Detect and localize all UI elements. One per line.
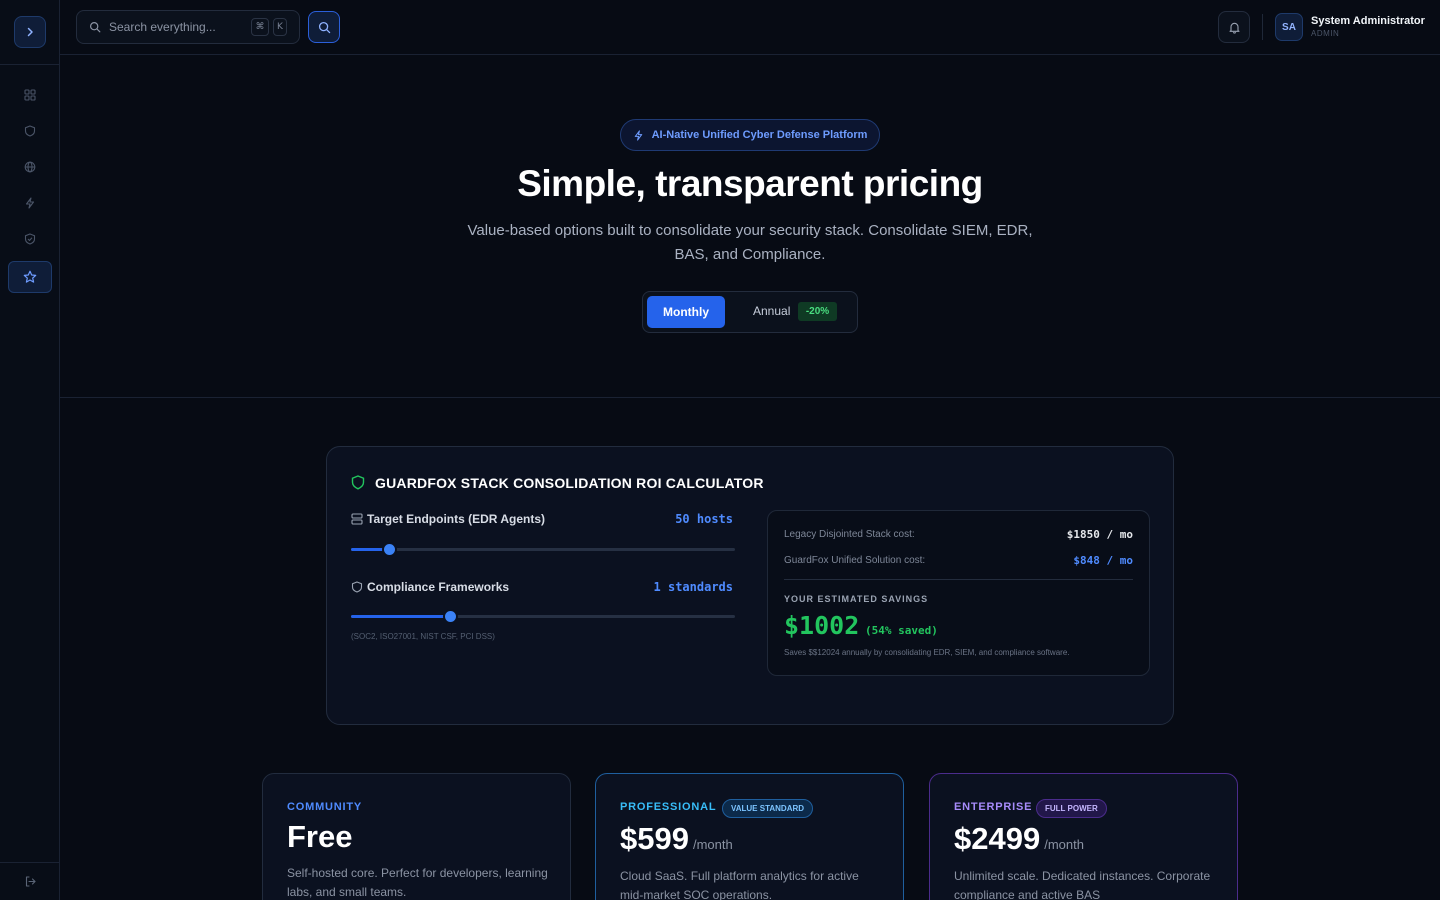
plan-card-enterprise: ENTERPRISE FULL POWER $2499/month Unlimi…	[929, 773, 1238, 900]
legacy-cost-label: Legacy Disjointed Stack cost:	[784, 529, 915, 540]
endpoints-slider-thumb[interactable]	[381, 542, 397, 557]
plan-badge: VALUE STANDARD	[722, 799, 814, 818]
search-placeholder: Search everything...	[109, 20, 216, 34]
legacy-cost-value: $1850 / mo	[1066, 528, 1133, 541]
savings-percent: (54% saved)	[865, 624, 938, 637]
chevron-right-icon	[27, 27, 33, 37]
plan-period: /month	[692, 837, 733, 852]
platform-badge-label: AI-Native Unified Cyber Defense Platform	[651, 129, 868, 141]
search-icon	[318, 21, 330, 33]
compliance-slider-fill	[351, 615, 451, 618]
zap-icon	[634, 129, 642, 141]
savings-note: Saves $$12024 annually by consolidating …	[784, 648, 1070, 657]
plan-tier: ENTERPRISE	[954, 801, 1033, 813]
search-icon	[89, 21, 101, 33]
sidebar-item-automation[interactable]	[12, 189, 48, 217]
shortcut-key-k: K	[273, 18, 287, 36]
endpoints-label: Target Endpoints (EDR Agents)	[367, 512, 545, 526]
header-separator	[1262, 14, 1263, 40]
page-subtitle: Value-based options built to consolidate…	[467, 222, 1033, 263]
compliance-hint: (SOC2, ISO27001, NIST CSF, PCI DSS)	[351, 632, 495, 641]
zap-icon	[25, 197, 35, 209]
compliance-slider[interactable]	[351, 609, 735, 624]
shield-icon	[351, 581, 363, 593]
sidebar-item-dashboard[interactable]	[12, 81, 48, 109]
plan-price-value: $2499	[954, 821, 1041, 856]
plan-price: $2499/month	[954, 821, 1084, 857]
savings-amount: $1002	[784, 611, 860, 640]
sidebar-item-security[interactable]	[12, 117, 48, 145]
plan-card-community: COMMUNITY Free Self-hosted core. Perfect…	[262, 773, 571, 900]
sidebar-toggle-button[interactable]	[14, 16, 46, 48]
plan-price: $599/month	[620, 821, 733, 857]
bell-icon	[1228, 22, 1240, 34]
sidebar-item-pricing[interactable]	[8, 261, 52, 293]
shortcut-key-cmd: ⌘	[251, 18, 269, 36]
endpoints-value: 50 hosts	[675, 512, 733, 526]
sidebar-divider	[0, 64, 60, 65]
compliance-label: Compliance Frameworks	[367, 580, 510, 594]
plan-description: Unlimited scale. Dedicated instances. Co…	[954, 869, 1211, 900]
compliance-value: 1 standards	[653, 580, 733, 594]
annual-discount-badge: -20%	[798, 302, 837, 321]
plan-tier: COMMUNITY	[287, 801, 363, 813]
search-input[interactable]: Search everything... ⌘ K	[76, 10, 300, 44]
notifications-button[interactable]	[1218, 11, 1250, 43]
shield-icon	[24, 125, 36, 137]
plan-description: Self-hosted core. Perfect for developers…	[287, 866, 548, 899]
roi-results-panel: Legacy Disjointed Stack cost: $1850 / mo…	[767, 510, 1150, 676]
billing-annual-button[interactable]: Annual	[753, 304, 790, 318]
search-button[interactable]	[308, 11, 340, 43]
platform-badge: AI-Native Unified Cyber Defense Platform	[620, 119, 880, 151]
compliance-slider-thumb[interactable]	[443, 609, 459, 624]
plan-description: Cloud SaaS. Full platform analytics for …	[620, 869, 859, 900]
roi-calculator-title: GUARDFOX STACK CONSOLIDATION ROI CALCULA…	[375, 475, 764, 491]
logout-icon	[25, 875, 36, 887]
guardfox-cost-value: $848 / mo	[1073, 554, 1133, 567]
plan-period: /month	[1044, 837, 1084, 852]
savings-heading: YOUR ESTIMATED SAVINGS	[784, 594, 929, 604]
page-title: Simple, transparent pricing	[517, 163, 983, 204]
server-icon	[351, 513, 363, 525]
sidebar-item-compliance[interactable]	[12, 225, 48, 253]
grid-icon	[24, 89, 36, 101]
results-divider	[784, 579, 1133, 580]
star-icon	[23, 270, 37, 283]
shield-icon	[351, 475, 365, 490]
plan-price-value: $599	[620, 821, 689, 856]
plan-badge: FULL POWER	[1036, 799, 1107, 818]
sidebar	[0, 0, 60, 900]
user-name[interactable]: System Administrator	[1311, 15, 1425, 27]
shield-check-icon	[24, 233, 36, 245]
billing-toggle: Monthly Annual -20%	[642, 291, 858, 333]
user-role: ADMIN	[1311, 29, 1340, 38]
plan-price: Free	[287, 819, 352, 855]
plan-price-value: Free	[287, 819, 353, 854]
sidebar-item-network[interactable]	[12, 153, 48, 181]
plan-card-professional: PROFESSIONAL VALUE STANDARD $599/month C…	[595, 773, 904, 900]
logout-button[interactable]	[18, 872, 42, 890]
globe-icon	[24, 161, 36, 173]
section-divider	[60, 397, 1440, 398]
guardfox-cost-label: GuardFox Unified Solution cost:	[784, 555, 926, 566]
sidebar-bottom-divider	[0, 862, 60, 863]
plan-tier: PROFESSIONAL	[620, 801, 717, 813]
avatar[interactable]: SA	[1275, 13, 1303, 41]
roi-calculator-card: GUARDFOX STACK CONSOLIDATION ROI CALCULA…	[326, 446, 1174, 725]
endpoints-slider[interactable]	[351, 542, 735, 557]
top-bar: Search everything... ⌘ K SA System Admin…	[60, 0, 1440, 55]
billing-monthly-button[interactable]: Monthly	[647, 296, 725, 328]
